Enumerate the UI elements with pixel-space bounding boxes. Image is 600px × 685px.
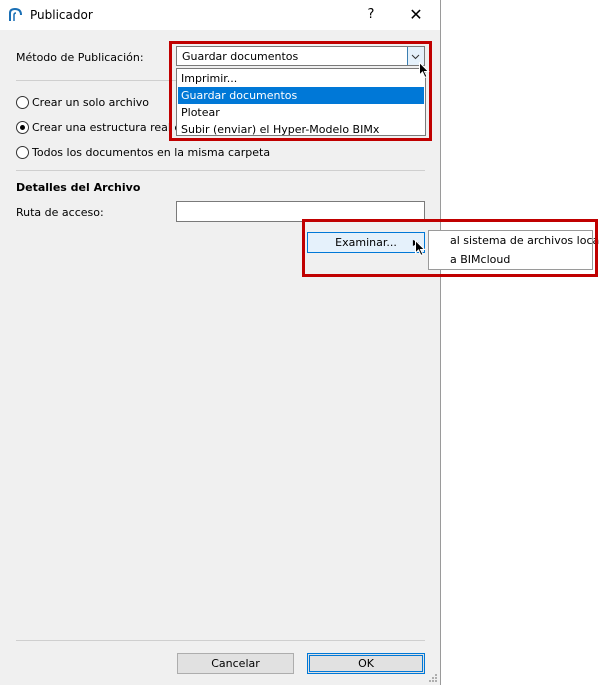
window-title: Publicador [30, 8, 93, 22]
mouse-cursor-icon [415, 240, 426, 257]
ok-button[interactable]: OK [307, 653, 425, 674]
radio-single-file[interactable] [16, 96, 29, 109]
cancel-button[interactable]: Cancelar [177, 653, 294, 674]
ok-button-label: OK [358, 657, 374, 670]
radio-real-structure[interactable] [16, 121, 29, 134]
radio-single-file-label[interactable]: Crear un solo archivo [32, 96, 149, 109]
divider [16, 640, 425, 641]
close-icon[interactable]: ✕ [405, 5, 427, 25]
annotation-box-method [169, 41, 432, 141]
help-button[interactable]: ? [361, 5, 381, 25]
path-label: Ruta de acceso: [16, 206, 104, 219]
annotation-box-browse [302, 219, 598, 277]
radio-same-folder[interactable] [16, 146, 29, 159]
divider [16, 170, 425, 171]
title-bar: Publicador ? ✕ [0, 0, 440, 30]
method-label: Método de Publicación: [16, 51, 144, 64]
radio-selected-dot [20, 125, 25, 130]
details-heading: Detalles del Archivo [16, 181, 141, 194]
radio-same-folder-label[interactable]: Todos los documentos en la misma carpeta [32, 146, 270, 159]
archicad-app-icon [9, 7, 22, 21]
radio-real-structure-label[interactable]: Crear una estructura real de [32, 121, 188, 134]
resize-grip-icon[interactable] [428, 673, 438, 683]
mouse-cursor-icon [419, 62, 430, 79]
